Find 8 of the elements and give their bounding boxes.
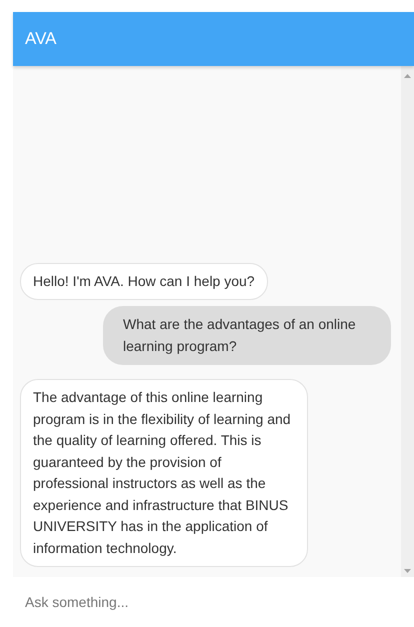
- scroll-down-icon[interactable]: [404, 569, 411, 573]
- message-input[interactable]: Ask something...: [25, 594, 385, 610]
- scrollbar[interactable]: [401, 66, 414, 577]
- header-title: AVA: [25, 29, 56, 49]
- scroll-up-icon[interactable]: [404, 74, 411, 78]
- user-message: What are the advantages of an online learning program?: [103, 306, 391, 365]
- bot-message: The advantage of this online learning program is in the flexibility of learning and the quality of learning offered. This is guaranteed by the provision of professional instructors as well as the experience and infrastructure that BINUS UNIVERSITY has in the application of information technology.: [20, 379, 308, 567]
- bot-message: Hello! I'm AVA. How can I help you?: [20, 262, 268, 300]
